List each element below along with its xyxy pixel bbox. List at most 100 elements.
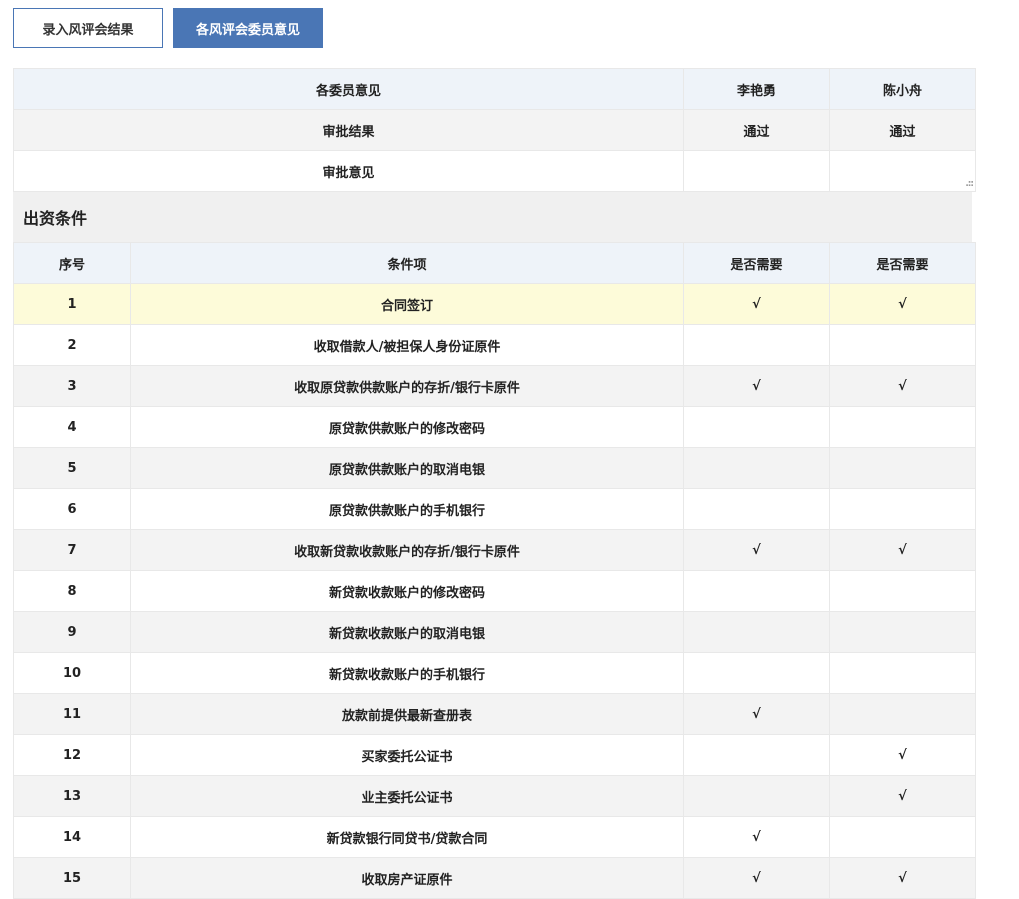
table-row[interactable]: 4 原贷款供款账户的修改密码 (13, 406, 976, 448)
row-index: 1 (13, 283, 131, 325)
row-item: 收取新贷款收款账户的存折/银行卡原件 (130, 529, 684, 571)
row-item: 原贷款供款账户的修改密码 (130, 406, 684, 448)
row-need-check (829, 652, 976, 694)
row-item: 收取原贷款供款账户的存折/银行卡原件 (130, 365, 684, 407)
col-header-index: 序号 (13, 242, 131, 284)
row-need-check (683, 775, 830, 817)
row-need-check (683, 734, 830, 776)
row-index: 6 (13, 488, 131, 530)
resize-grip-icon[interactable]: .:: (965, 179, 974, 189)
table-row[interactable]: 8 新贷款收款账户的修改密码 (13, 570, 976, 612)
opinions-panel: 各委员意见 李艳勇 陈小舟 审批结果 通过 通过 审批意见 .:: 出资条件 序… (13, 68, 976, 899)
members-header-label: 各委员意见 (13, 68, 684, 110)
row-index: 12 (13, 734, 131, 776)
table-row[interactable]: 14 新贷款银行同贷书/贷款合同 √ (13, 816, 976, 858)
row-need-check: √ (683, 693, 830, 735)
table-row[interactable]: 2 收取借款人/被担保人身份证原件 (13, 324, 976, 366)
row-index: 13 (13, 775, 131, 817)
approval-opinion-label: 审批意见 (13, 150, 684, 192)
row-item: 新贷款收款账户的取消电银 (130, 611, 684, 653)
row-index: 5 (13, 447, 131, 489)
table-row[interactable]: 3 收取原贷款供款账户的存折/银行卡原件 √ √ (13, 365, 976, 407)
row-item: 业主委托公证书 (130, 775, 684, 817)
row-item: 合同签订 (130, 283, 684, 325)
conditions-header-row: 序号 条件项 是否需要 是否需要 (13, 242, 976, 284)
col-header-need: 是否需要 (829, 242, 976, 284)
row-need-check (829, 816, 976, 858)
table-row[interactable]: 6 原贷款供款账户的手机银行 (13, 488, 976, 530)
members-header-row: 各委员意见 李艳勇 陈小舟 (13, 68, 976, 110)
row-item: 新贷款收款账户的手机银行 (130, 652, 684, 694)
approval-result-row: 审批结果 通过 通过 (13, 109, 976, 151)
tab-member-opinions[interactable]: 各风评会委员意见 (173, 8, 323, 48)
row-need-check: √ (829, 529, 976, 571)
tab-bar: 录入风评会结果 各风评会委员意见 (13, 8, 323, 48)
row-index: 11 (13, 693, 131, 735)
row-item: 原贷款供款账户的取消电银 (130, 447, 684, 489)
row-need-check (683, 488, 830, 530)
row-index: 2 (13, 324, 131, 366)
row-item: 收取借款人/被担保人身份证原件 (130, 324, 684, 366)
row-need-check: √ (683, 283, 830, 325)
row-index: 14 (13, 816, 131, 858)
table-row[interactable]: 11 放款前提供最新查册表 √ (13, 693, 976, 735)
row-need-check (683, 570, 830, 612)
row-item: 新贷款收款账户的修改密码 (130, 570, 684, 612)
row-need-check (829, 570, 976, 612)
row-index: 4 (13, 406, 131, 448)
row-need-check (683, 611, 830, 653)
row-need-check: √ (683, 857, 830, 899)
approval-opinion-row: 审批意见 .:: (13, 150, 976, 192)
row-need-check: √ (829, 775, 976, 817)
row-need-check: √ (683, 529, 830, 571)
table-row[interactable]: 1 合同签订 √ √ (13, 283, 976, 325)
approval-result-label: 审批结果 (13, 109, 684, 151)
row-item: 新贷款银行同贷书/贷款合同 (130, 816, 684, 858)
row-need-check (829, 447, 976, 489)
member-opinions-table: 各委员意见 李艳勇 陈小舟 审批结果 通过 通过 审批意见 .:: (13, 68, 976, 192)
row-need-check (683, 324, 830, 366)
table-row[interactable]: 12 买家委托公证书 √ (13, 734, 976, 776)
approval-result-value: 通过 (683, 109, 830, 151)
row-need-check: √ (829, 734, 976, 776)
col-header-need: 是否需要 (683, 242, 830, 284)
tab-enter-result[interactable]: 录入风评会结果 (13, 8, 163, 48)
funding-conditions-title: 出资条件 (13, 192, 972, 242)
table-row[interactable]: 9 新贷款收款账户的取消电银 (13, 611, 976, 653)
table-row[interactable]: 7 收取新贷款收款账户的存折/银行卡原件 √ √ (13, 529, 976, 571)
row-index: 10 (13, 652, 131, 694)
col-header-item: 条件项 (130, 242, 684, 284)
row-item: 收取房产证原件 (130, 857, 684, 899)
row-index: 9 (13, 611, 131, 653)
funding-conditions-table: 序号 条件项 是否需要 是否需要 1 合同签订 √ √ 2 收取借款人/被担保人身份证原件… (13, 242, 976, 899)
approval-opinion-field[interactable] (683, 150, 830, 192)
row-need-check: √ (829, 857, 976, 899)
row-need-check (829, 611, 976, 653)
row-item: 放款前提供最新查册表 (130, 693, 684, 735)
row-index: 8 (13, 570, 131, 612)
row-need-check (829, 693, 976, 735)
approval-result-value: 通过 (829, 109, 976, 151)
row-need-check (829, 406, 976, 448)
row-index: 7 (13, 529, 131, 571)
table-row[interactable]: 13 业主委托公证书 √ (13, 775, 976, 817)
member-name: 李艳勇 (683, 68, 830, 110)
row-need-check: √ (829, 365, 976, 407)
row-item: 原贷款供款账户的手机银行 (130, 488, 684, 530)
row-need-check (683, 652, 830, 694)
row-need-check: √ (683, 365, 830, 407)
row-need-check (683, 447, 830, 489)
table-row[interactable]: 15 收取房产证原件 √ √ (13, 857, 976, 899)
approval-opinion-field[interactable]: .:: (829, 150, 976, 192)
table-row[interactable]: 5 原贷款供款账户的取消电银 (13, 447, 976, 489)
row-index: 3 (13, 365, 131, 407)
row-need-check: √ (829, 283, 976, 325)
row-index: 15 (13, 857, 131, 899)
row-need-check (829, 324, 976, 366)
row-need-check (683, 406, 830, 448)
row-item: 买家委托公证书 (130, 734, 684, 776)
row-need-check: √ (683, 816, 830, 858)
row-need-check (829, 488, 976, 530)
table-row[interactable]: 10 新贷款收款账户的手机银行 (13, 652, 976, 694)
member-name: 陈小舟 (829, 68, 976, 110)
